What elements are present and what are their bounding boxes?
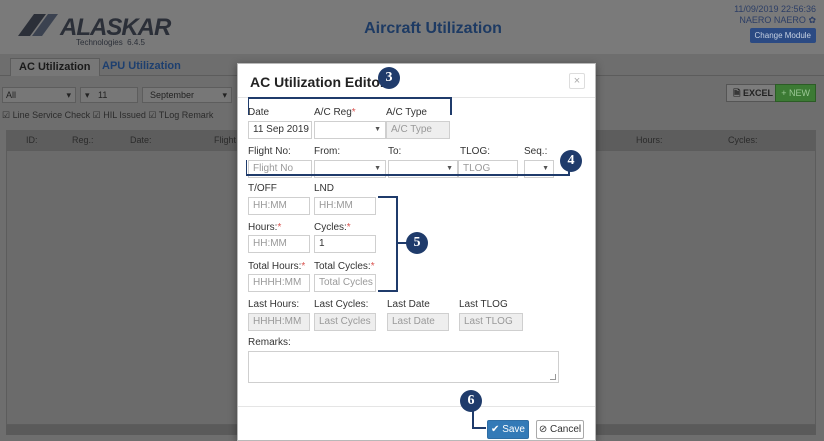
filter-day-select[interactable]: 11 ▾ xyxy=(80,87,138,103)
from-label: From: xyxy=(314,146,341,157)
chevron-down-icon: ▾ xyxy=(222,90,227,100)
last-hours-label: Last Hours: xyxy=(248,299,300,310)
grid-col-date[interactable]: Date: xyxy=(130,135,152,145)
file-icon: 🗎 xyxy=(733,88,741,98)
callout-3-line xyxy=(248,97,450,99)
tab-ac-utilization[interactable]: AC Utilization xyxy=(10,58,100,76)
header-user-info: 11/09/2019 22:56:36 NAERO NAERO ✿ Change… xyxy=(734,4,816,43)
filter-month-select[interactable]: September ▾ xyxy=(142,87,232,103)
remarks-textarea[interactable] xyxy=(248,351,559,383)
new-button[interactable]: + NEW xyxy=(775,84,816,102)
callout-5-line xyxy=(396,196,398,292)
last-date-label: Last Date xyxy=(387,299,430,310)
last-hours-input: HHHH:MM xyxy=(248,313,310,331)
filter-checkboxes[interactable]: ☑ Line Service Check ☑ HIL Issued ☑ TLog… xyxy=(2,110,213,121)
resize-grip-icon[interactable] xyxy=(550,374,556,380)
check-icon: ✔ xyxy=(491,424,500,435)
callout-4-line xyxy=(246,174,570,176)
page-title: Aircraft Utilization xyxy=(364,20,502,37)
chevron-down-icon: ▼ xyxy=(374,126,381,133)
cycles-label: Cycles:* xyxy=(314,222,351,233)
header-user-name[interactable]: NAERO NAERO ✿ xyxy=(734,15,816,26)
excel-export-button[interactable]: 🗎 EXCEL xyxy=(726,84,780,102)
callout-4-line xyxy=(246,160,247,174)
toff-label: T/OFF xyxy=(248,183,277,194)
toff-input[interactable]: HH:MM xyxy=(248,197,310,215)
gear-icon[interactable]: ✿ xyxy=(808,15,816,25)
grid-col-id[interactable]: ID: xyxy=(26,135,38,145)
tlog-label: TLOG: xyxy=(460,146,491,157)
callout-badge-4: 4 xyxy=(560,150,582,172)
last-cycles-input: Last Cycles xyxy=(314,313,376,331)
header-datetime: 11/09/2019 22:56:36 xyxy=(734,4,816,14)
total-cycles-label: Total Cycles:* xyxy=(314,261,375,272)
ac-type-input: A/C Type xyxy=(386,121,450,139)
ac-type-label: A/C Type xyxy=(386,107,427,118)
lnd-input[interactable]: HH:MM xyxy=(314,197,376,215)
callout-badge-3: 3 xyxy=(378,67,400,89)
lnd-label: LND xyxy=(314,183,335,194)
last-tlog-label: Last TLOG xyxy=(459,299,508,310)
callout-6-line xyxy=(472,427,486,429)
cycles-input[interactable]: 1 xyxy=(314,235,376,253)
hours-input[interactable]: HH:MM xyxy=(248,235,310,253)
tab-apu-utilization[interactable]: APU Utilization xyxy=(94,58,189,76)
callout-5-line xyxy=(378,196,398,198)
to-label: To: xyxy=(388,146,402,157)
callout-badge-5: 5 xyxy=(406,232,428,254)
last-tlog-input: Last TLOG xyxy=(459,313,523,331)
close-icon[interactable]: × xyxy=(569,73,585,89)
date-input[interactable]: 11 Sep 2019 xyxy=(248,121,312,139)
seq-label: Seq.: xyxy=(524,146,548,157)
callout-3-line xyxy=(450,97,452,115)
hours-label: Hours:* xyxy=(248,222,282,233)
date-label: Date xyxy=(248,107,270,118)
total-hours-input[interactable]: HHHH:MM xyxy=(248,274,310,292)
filter-all-select[interactable]: All ▾ xyxy=(2,87,76,103)
callout-6-line xyxy=(472,410,474,428)
remarks-label: Remarks: xyxy=(248,337,291,348)
ac-reg-label: A/C Reg* xyxy=(314,107,356,118)
flight-no-label: Flight No: xyxy=(248,146,291,157)
grid-col-cycles[interactable]: Cycles: xyxy=(728,135,758,145)
save-button[interactable]: ✔ Save xyxy=(487,420,529,439)
chevron-down-icon: ▾ xyxy=(85,90,90,100)
logo-subtitle: Technologies 6.4.5 xyxy=(76,38,145,47)
change-module-button[interactable]: Change Module xyxy=(749,28,816,43)
dialog-title: AC Utilization Editor xyxy=(250,74,386,90)
dialog-footer-divider xyxy=(238,406,595,407)
callout-3-line xyxy=(248,97,249,115)
grid-col-reg[interactable]: Reg.: xyxy=(72,135,94,145)
total-hours-label: Total Hours:* xyxy=(248,261,306,272)
chevron-down-icon: ▾ xyxy=(66,90,71,100)
cancel-circle-icon: ⊘ xyxy=(538,424,548,435)
ac-reg-select[interactable]: ▼ xyxy=(314,121,386,139)
checkbox-icon[interactable]: ☑ xyxy=(2,110,10,120)
grid-col-flight[interactable]: Flight xyxy=(214,135,236,145)
last-date-input: Last Date xyxy=(387,313,449,331)
callout-badge-6: 6 xyxy=(460,390,482,412)
total-cycles-input[interactable]: Total Cycles xyxy=(314,274,376,292)
app-header: ALASKAR Technologies 6.4.5 Aircraft Util… xyxy=(0,0,824,54)
grid-col-hours[interactable]: Hours: xyxy=(636,135,663,145)
callout-5-line xyxy=(378,290,398,292)
last-cycles-label: Last Cycles: xyxy=(314,299,369,310)
cancel-button[interactable]: ⊘ Cancel xyxy=(536,420,584,439)
